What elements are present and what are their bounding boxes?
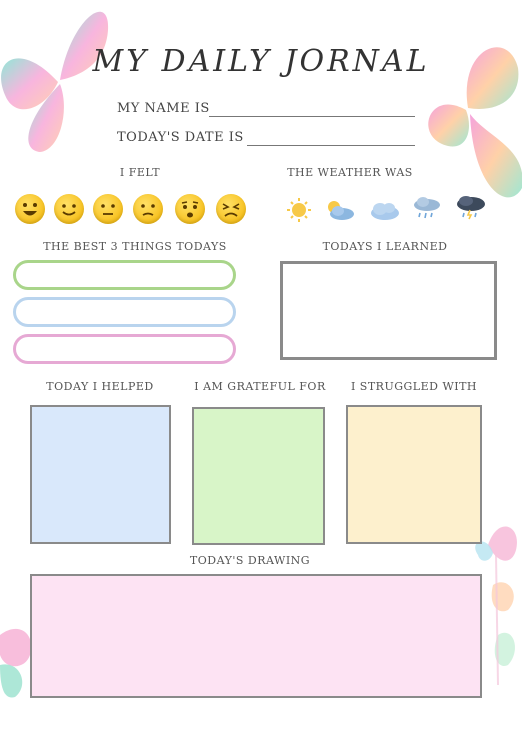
- butterfly-top-left-icon: [1, 11, 109, 152]
- very-happy-face-icon[interactable]: [15, 194, 45, 224]
- grateful-label: I AM GRATEFUL FOR: [194, 380, 326, 393]
- partly-cloudy-icon[interactable]: [322, 197, 356, 223]
- upset-face-icon[interactable]: [216, 194, 246, 224]
- struggled-label: I STRUGGLED WITH: [350, 380, 478, 393]
- page-title: MY DAILY JORNAL: [92, 44, 430, 79]
- weather-label: THE WEATHER WAS: [287, 166, 413, 179]
- rain-icon[interactable]: [410, 195, 444, 221]
- name-label: MY NAME IS: [117, 101, 210, 116]
- struggled-box[interactable]: [346, 405, 482, 544]
- sunny-icon[interactable]: [282, 197, 316, 223]
- best-things-label: THE BEST 3 THINGS TODAYS: [43, 240, 227, 253]
- storm-icon[interactable]: [454, 194, 488, 220]
- drawing-label: TODAY'S DRAWING: [189, 554, 311, 567]
- drawing-box[interactable]: [30, 574, 482, 698]
- cloudy-icon[interactable]: [367, 197, 401, 223]
- date-label: TODAY'S DATE IS: [117, 130, 244, 145]
- helped-label: TODAY I HELPED: [46, 380, 154, 393]
- date-field[interactable]: [247, 145, 415, 146]
- best-thing-field-2[interactable]: [13, 297, 236, 327]
- grateful-box[interactable]: [192, 407, 325, 545]
- happy-face-icon[interactable]: [54, 194, 84, 224]
- learned-box[interactable]: [280, 261, 497, 360]
- confused-face-icon[interactable]: [133, 194, 163, 224]
- best-thing-field-3[interactable]: [13, 334, 236, 364]
- worried-face-icon[interactable]: [175, 194, 205, 224]
- name-field[interactable]: [209, 116, 415, 117]
- felt-label: I FELT: [119, 166, 161, 179]
- learned-label: TODAYS I LEARNED: [322, 240, 448, 253]
- best-thing-field-1[interactable]: [13, 260, 236, 290]
- neutral-face-icon[interactable]: [93, 194, 123, 224]
- helped-box[interactable]: [30, 405, 171, 544]
